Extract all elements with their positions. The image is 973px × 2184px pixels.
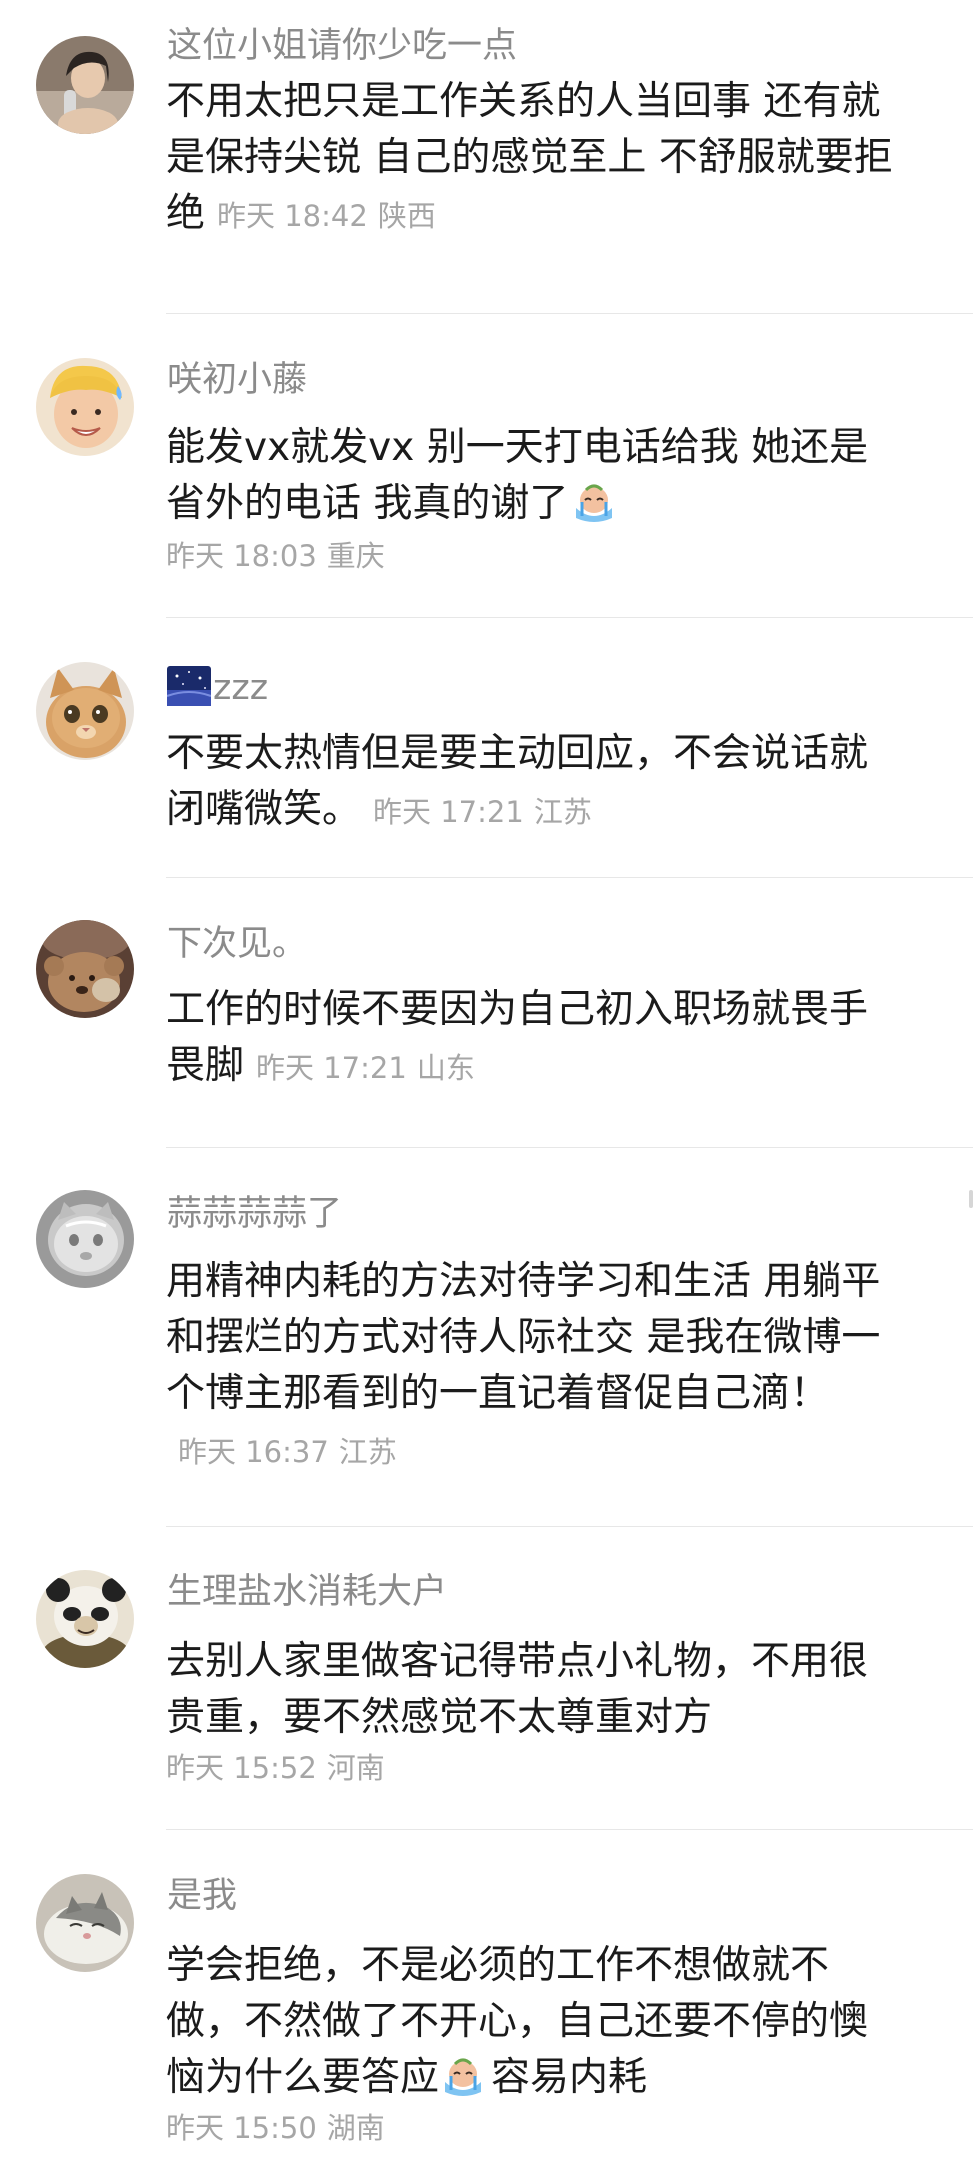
comment-text-tail: 容易内耗 bbox=[491, 2055, 648, 2100]
panda-meme-avatar[interactable] bbox=[36, 1570, 134, 1668]
divider bbox=[166, 1147, 973, 1148]
comment-time: 昨天 17:21 bbox=[256, 1051, 407, 1085]
comment-location: 湖南 bbox=[326, 2111, 385, 2145]
comment-body: 去别人家里做客记得带点小礼物，不用很贵重，要不然感觉不太尊重对方 bbox=[166, 1634, 906, 1746]
cat-avatar[interactable] bbox=[36, 662, 134, 760]
teddy-bear-avatar[interactable] bbox=[36, 920, 134, 1018]
comment-meta: 昨天 16:37 江苏 bbox=[178, 1435, 397, 1469]
comment-location: 江苏 bbox=[338, 1435, 397, 1469]
comment-meta: 昨天 18:42 陕西 bbox=[217, 199, 436, 233]
username-text: zzz bbox=[213, 668, 269, 708]
smiling-face-avatar[interactable] bbox=[36, 358, 134, 456]
comment-text: 能发vx就发vx 别一天打电话给我 她还是省外的电话 我真的谢了 bbox=[166, 425, 869, 526]
comment-username[interactable]: zzz bbox=[167, 666, 268, 710]
comment-meta: 昨天 17:21 山东 bbox=[256, 1051, 475, 1085]
comment-location: 河南 bbox=[326, 1751, 385, 1785]
divider bbox=[166, 1526, 973, 1527]
comment-time: 昨天 15:52 bbox=[166, 1751, 317, 1785]
comment-meta: 昨天 15:50 湖南 bbox=[166, 2108, 385, 2148]
crying-face-emoji bbox=[441, 2056, 485, 2096]
comment-list: 这位小姐请你少吃一点 不用太把只是工作关系的人当回事 还有就是保持尖锐 自己的感… bbox=[0, 0, 973, 2184]
comment-location: 江苏 bbox=[533, 795, 592, 829]
comment-location: 陕西 bbox=[377, 199, 436, 233]
comment-text: 去别人家里做客记得带点小礼物，不用很贵重，要不然感觉不太尊重对方 bbox=[166, 1639, 869, 1740]
comment-time: 昨天 15:50 bbox=[166, 2111, 317, 2145]
comment-username[interactable]: 蒜蒜蒜蒜了 bbox=[167, 1192, 342, 1236]
comment-time: 昨天 17:21 bbox=[373, 795, 524, 829]
comment-body: 能发vx就发vx 别一天打电话给我 她还是省外的电话 我真的谢了 bbox=[166, 420, 906, 532]
comment-body: 不要太热情但是要主动回应，不会说话就闭嘴微笑。 昨天 17:21 江苏 bbox=[166, 726, 906, 838]
comment-meta: 昨天 18:03 重庆 bbox=[166, 536, 385, 576]
comment-body: 不用太把只是工作关系的人当回事 还有就是保持尖锐 自己的感觉至上 不舒服就要拒绝… bbox=[166, 74, 906, 244]
divider bbox=[166, 617, 973, 618]
comment-body: 用精神内耗的方法对待学习和生活 用躺平和摆烂的方式对待人际社交 是我在微博一个博… bbox=[166, 1254, 906, 1484]
comment-meta: 昨天 17:21 江苏 bbox=[373, 795, 592, 829]
user-photo-avatar[interactable] bbox=[36, 36, 134, 134]
glass-cat-avatar[interactable] bbox=[36, 1190, 134, 1288]
comment-body: 工作的时候不要因为自己初入职场就畏手畏脚 昨天 17:21 山东 bbox=[166, 982, 906, 1094]
starry-night-badge bbox=[167, 666, 211, 706]
sleeping-cat-avatar[interactable] bbox=[36, 1874, 134, 1972]
comment-username[interactable]: 下次见。 bbox=[167, 922, 307, 966]
comment-location: 重庆 bbox=[326, 539, 385, 573]
comment-username[interactable]: 生理盐水消耗大户 bbox=[167, 1570, 447, 1614]
comment-location: 山东 bbox=[416, 1051, 475, 1085]
crying-face-emoji bbox=[572, 482, 616, 522]
divider bbox=[166, 877, 973, 878]
comment-time: 昨天 18:42 bbox=[217, 199, 368, 233]
divider bbox=[166, 313, 973, 314]
scrollbar-thumb[interactable] bbox=[969, 1190, 973, 1208]
comment-time: 昨天 16:37 bbox=[178, 1435, 329, 1469]
divider bbox=[166, 1829, 973, 1830]
comment-username[interactable]: 是我 bbox=[167, 1874, 237, 1918]
comment-body: 学会拒绝，不是必须的工作不想做就不做，不然做了不开心，自己还要不停的懊恼为什么要… bbox=[166, 1938, 906, 2108]
comment-meta: 昨天 15:52 河南 bbox=[166, 1748, 385, 1788]
comment-username[interactable]: 这位小姐请你少吃一点 bbox=[167, 24, 517, 68]
comment-username[interactable]: 咲初小藤 bbox=[167, 358, 307, 402]
comment-time: 昨天 18:03 bbox=[166, 539, 317, 573]
comment-text: 用精神内耗的方法对待学习和生活 用躺平和摆烂的方式对待人际社交 是我在微博一个博… bbox=[166, 1259, 881, 1416]
